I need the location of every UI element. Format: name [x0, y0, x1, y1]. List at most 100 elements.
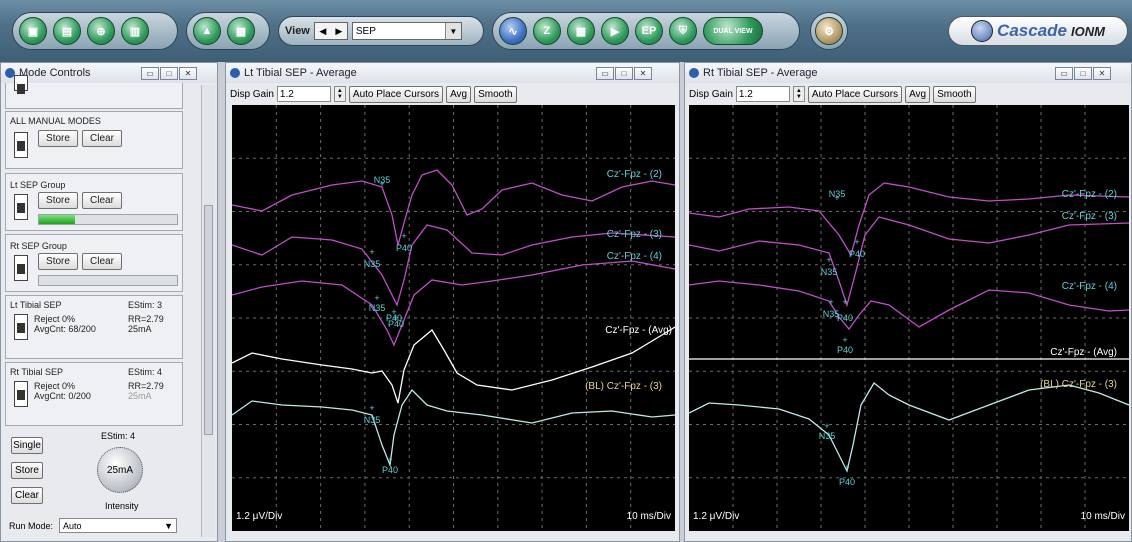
- panel-icon: [230, 68, 240, 78]
- disp-gain-spinner[interactable]: ▲ ▼: [792, 86, 805, 102]
- library-icon[interactable]: ▥: [121, 17, 149, 45]
- rt-tibial-title: Rt Tibial SEP - Average: [703, 67, 818, 79]
- cursor-marker-label: N35: [374, 175, 391, 185]
- trace-label: Cz'-Fpz - (Avg): [1050, 347, 1117, 358]
- run-mode-label: Run Mode:: [9, 521, 54, 531]
- logo-icon: [971, 20, 994, 42]
- cursor-marker-label: P40: [388, 319, 404, 329]
- auto-place-cursors-button[interactable]: Auto Place Cursors: [348, 85, 444, 103]
- trace-label: Cz'-Fpz - (3): [1062, 211, 1117, 222]
- shield-icon[interactable]: ⛨: [669, 17, 697, 45]
- cascade-logo: Cascade IONM: [948, 16, 1128, 46]
- channel-stats: Reject 0% AvgCnt: 0/200: [34, 381, 91, 401]
- network-icon[interactable]: ⊕: [87, 17, 115, 45]
- montage-icon[interactable]: ▦: [227, 17, 255, 45]
- next-arrow-icon[interactable]: ▶: [335, 26, 342, 37]
- logo-suffix: IONM: [1070, 23, 1105, 39]
- clear-button[interactable]: Clear: [82, 192, 122, 209]
- cursor-marker: +: [401, 231, 406, 241]
- disp-gain-value: 1.2: [738, 88, 753, 100]
- channel-toggle[interactable]: [14, 381, 28, 407]
- cursor-marker: +: [842, 335, 847, 345]
- disp-gain-label: Disp Gain: [689, 88, 733, 100]
- voltage-scale: 1.2 μV/Div: [693, 511, 740, 522]
- channel-reject: Reject 0%: [34, 314, 76, 324]
- cursor-marker: +: [854, 237, 859, 247]
- trace-label: Cz'-Fpz - (2): [1062, 189, 1117, 200]
- cursor-marker: +: [369, 403, 374, 413]
- extra-button-group: ⚙: [810, 12, 848, 50]
- smooth-button[interactable]: Smooth: [474, 85, 517, 103]
- lt-tibial-waveform-plot[interactable]: Cz'-Fpz - (2) Cz'-Fpz - (3) Cz'-Fpz - (4) C…: [232, 105, 675, 531]
- mode-toggle[interactable]: [14, 75, 28, 94]
- trace-label: Cz'-Fpz - (Avg): [605, 325, 672, 336]
- minimize-icon[interactable]: ▭: [1055, 67, 1073, 80]
- run-mode-select[interactable]: Auto ▼: [59, 518, 177, 533]
- chevron-down-icon[interactable]: ▼: [444, 23, 461, 39]
- rt-tibial-waveform-svg: Cz'-Fpz - (2) Cz'-Fpz - (3) Cz'-Fpz - (4) C…: [689, 105, 1129, 531]
- cursor-marker-label: N35: [819, 431, 836, 441]
- clear-button[interactable]: Clear: [11, 487, 43, 504]
- cursor-marker: +: [842, 297, 847, 307]
- impedance-button[interactable]: Z: [533, 17, 561, 45]
- smooth-button[interactable]: Smooth: [933, 85, 976, 103]
- avg-button[interactable]: Avg: [905, 85, 931, 103]
- amplifier-icon[interactable]: ▲: [193, 17, 221, 45]
- clear-button[interactable]: Clear: [82, 130, 122, 147]
- maximize-icon[interactable]: □: [160, 67, 178, 80]
- time-scale: 10 ms/Div: [1080, 511, 1125, 522]
- maximize-icon[interactable]: □: [615, 67, 633, 80]
- cursor-marker-label: N35: [821, 267, 838, 277]
- mode-toggle[interactable]: [14, 255, 28, 281]
- view-nav-arrows[interactable]: ◀ ▶: [313, 22, 348, 40]
- mode-controls-panel: Mode Controls ▭ □ ✕ ALL MANUAL MODES Store…: [0, 62, 218, 542]
- cursor-marker-label: P40: [396, 243, 412, 253]
- single-button[interactable]: Single: [11, 437, 43, 454]
- store-button[interactable]: Store: [11, 462, 43, 479]
- play-icon[interactable]: ▶: [601, 17, 629, 45]
- knob-estim: EStim: 4: [101, 431, 136, 441]
- close-icon[interactable]: ✕: [179, 67, 197, 80]
- mode-toggle[interactable]: [14, 132, 28, 158]
- mode-controls-titlebar: Mode Controls ▭ □ ✕: [1, 63, 217, 83]
- chevron-down-icon[interactable]: ▼: [164, 521, 173, 531]
- partial-group: [5, 75, 183, 109]
- channel-toggle[interactable]: [14, 314, 28, 340]
- intensity-knob[interactable]: 25mA: [97, 447, 143, 493]
- ep-button[interactable]: EP: [635, 17, 663, 45]
- close-icon[interactable]: ✕: [634, 67, 652, 80]
- rt-tibial-waveform-plot[interactable]: Cz'-Fpz - (2) Cz'-Fpz - (3) Cz'-Fpz - (4) C…: [689, 105, 1129, 531]
- settings-icon[interactable]: ⚙: [815, 17, 843, 45]
- disp-gain-input[interactable]: 1.2: [735, 86, 790, 102]
- rt-tibial-controls: Disp Gain 1.2 ▲ ▼ Auto Place Cursors Avg …: [685, 83, 1131, 105]
- auto-place-cursors-button[interactable]: Auto Place Cursors: [807, 85, 903, 103]
- mode-controls-scrollbar[interactable]: [201, 85, 215, 537]
- trace-label: (BL) Cz'-Fpz - (3): [585, 381, 662, 392]
- close-icon[interactable]: ✕: [1093, 67, 1111, 80]
- cursor-marker-label: N35: [369, 303, 386, 313]
- print-icon[interactable]: ▤: [53, 17, 81, 45]
- layout-icon[interactable]: ▦: [567, 17, 595, 45]
- store-button[interactable]: Store: [38, 130, 78, 147]
- dual-view-button[interactable]: DUAL VIEW: [703, 17, 763, 45]
- file-button-group: ▣ ▤ ⊕ ▥: [12, 12, 178, 50]
- prev-arrow-icon[interactable]: ◀: [319, 26, 326, 37]
- clear-button[interactable]: Clear: [82, 253, 122, 270]
- waveform-icon[interactable]: ∿: [499, 17, 527, 45]
- disp-gain-spinner[interactable]: ▲ ▼: [333, 86, 346, 102]
- all-manual-modes-group: ALL MANUAL MODES Store Clear: [5, 111, 183, 169]
- mode-toggle[interactable]: [14, 194, 28, 220]
- minimize-icon[interactable]: ▭: [141, 67, 159, 80]
- avg-button[interactable]: Avg: [446, 85, 472, 103]
- store-button[interactable]: Store: [38, 192, 78, 209]
- maximize-icon[interactable]: □: [1074, 67, 1092, 80]
- channel-name: Lt Tibial SEP: [10, 300, 62, 310]
- disp-gain-input[interactable]: 1.2: [276, 86, 331, 102]
- scrollbar-thumb[interactable]: [204, 205, 213, 435]
- save-icon[interactable]: ▣: [19, 17, 47, 45]
- store-button[interactable]: Store: [38, 253, 78, 270]
- view-dropdown[interactable]: SEP ▼: [351, 22, 462, 40]
- minimize-icon[interactable]: ▭: [596, 67, 614, 80]
- trace-label: (BL) Cz'-Fpz - (3): [1040, 379, 1117, 390]
- time-scale: 10 ms/Div: [626, 511, 671, 522]
